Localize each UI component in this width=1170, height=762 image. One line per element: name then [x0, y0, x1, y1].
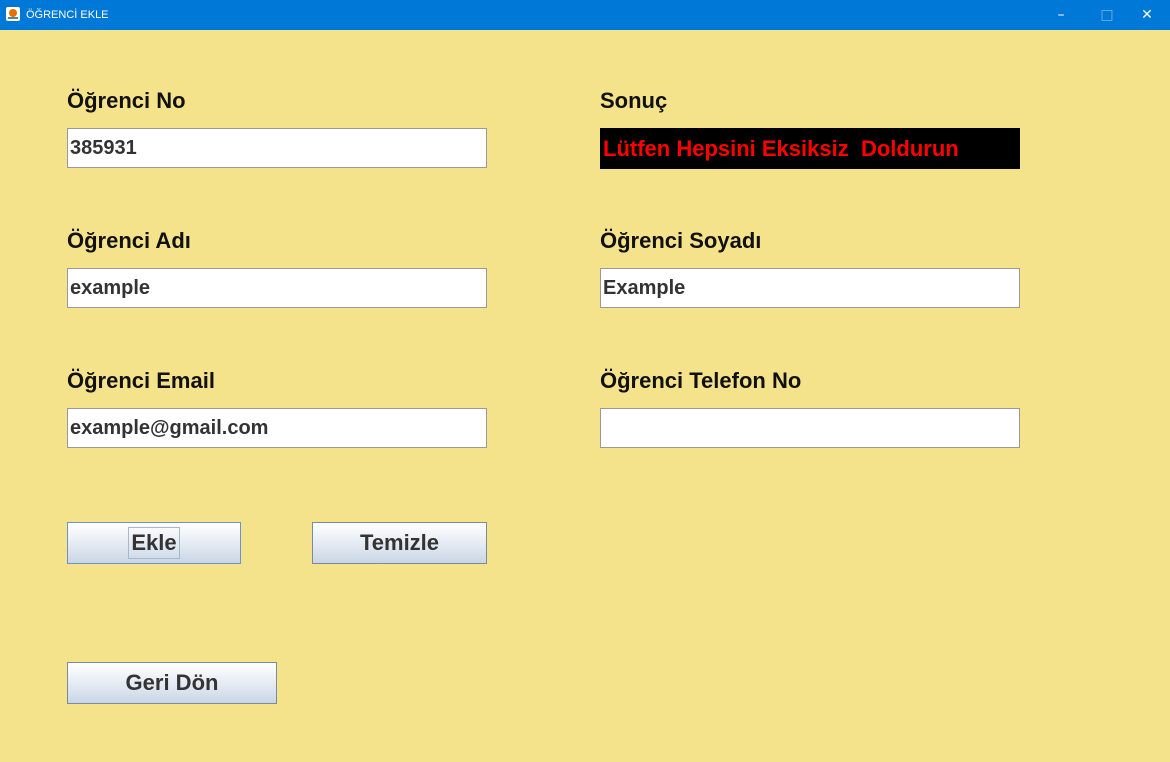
- student-no-label: Öğrenci No: [67, 88, 186, 113]
- add-button-label: Ekle: [128, 527, 180, 559]
- student-phone-label: Öğrenci Telefon No: [600, 368, 802, 393]
- student-no-input[interactable]: [67, 128, 487, 168]
- minimize-button[interactable]: –: [1038, 0, 1084, 30]
- result-label: Sonuç: [600, 88, 668, 113]
- student-surname-label: Öğrenci Soyadı: [600, 228, 762, 253]
- add-button[interactable]: Ekle: [67, 522, 241, 564]
- student-email-input[interactable]: [67, 408, 487, 448]
- student-add-window: ÖĞRENCİ EKLE – □ ✕ Öğrenci No Öğrenci Ad…: [0, 0, 1170, 762]
- student-name-input[interactable]: [67, 268, 487, 308]
- java-app-icon: [6, 7, 20, 21]
- student-phone-input[interactable]: [600, 408, 1020, 448]
- student-email-label: Öğrenci Email: [67, 368, 215, 393]
- window-title: ÖĞRENCİ EKLE: [26, 9, 109, 21]
- back-button[interactable]: Geri Dön: [67, 662, 277, 704]
- result-message: Lütfen Hepsini Eksiksiz Doldurun: [600, 128, 1020, 169]
- student-surname-input[interactable]: [600, 268, 1020, 308]
- student-name-label: Öğrenci Adı: [67, 228, 191, 253]
- title-bar[interactable]: ÖĞRENCİ EKLE – □ ✕: [0, 0, 1170, 30]
- clear-button[interactable]: Temizle: [312, 522, 487, 564]
- close-button[interactable]: ✕: [1124, 0, 1170, 30]
